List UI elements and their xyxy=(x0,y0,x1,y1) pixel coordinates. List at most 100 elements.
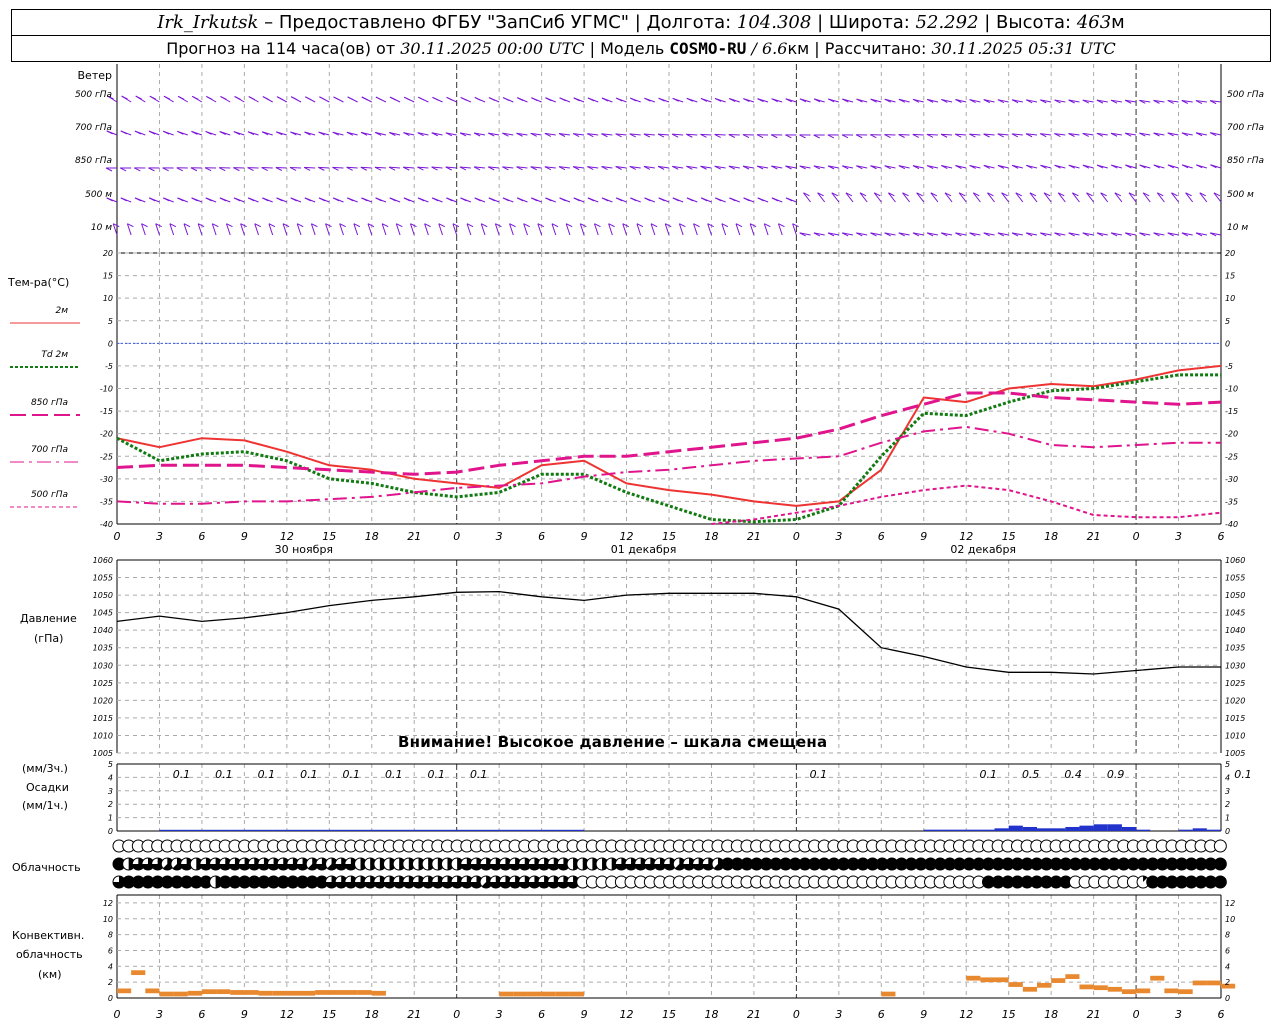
precip-bar xyxy=(428,829,443,831)
precip-bar xyxy=(966,829,981,831)
precip-3h-total: 0.5 xyxy=(1022,768,1040,781)
wind-barb-flag xyxy=(389,96,397,101)
x-tick-label: 3 xyxy=(496,1008,503,1021)
x-tick-label: 21 xyxy=(407,530,421,543)
wind-barb-flag xyxy=(375,96,383,101)
y-tick-left: 1020 xyxy=(93,696,113,705)
conv-bar xyxy=(230,990,245,995)
y-tick-left: 1015 xyxy=(93,714,113,723)
wind-barb-flag xyxy=(432,96,439,101)
conv-bar xyxy=(1093,985,1108,991)
x-tick-label: 3 xyxy=(156,530,163,543)
x-tick-label: 21 xyxy=(1087,1008,1101,1021)
y-tick-left: 0 xyxy=(108,339,113,348)
pressure-title: Давление xyxy=(20,612,77,625)
conv-bar xyxy=(1022,986,1037,992)
x-tick-label: 6 xyxy=(878,1008,885,1021)
precip-bar xyxy=(1037,828,1052,831)
y-tick-right: -35 xyxy=(1225,497,1238,506)
x-tick-label: 3 xyxy=(496,530,503,543)
y-tick-right: 1045 xyxy=(1225,609,1245,618)
y-tick-right: 1 xyxy=(1225,814,1230,823)
x-tick-label: 18 xyxy=(365,530,379,543)
y-tick-right: 1060 xyxy=(1225,556,1245,565)
temp-legend-label: 2м xyxy=(55,306,68,316)
y-tick-right: 4 xyxy=(1225,773,1230,782)
wind-barb-flag xyxy=(305,96,312,101)
wind-barb-flag xyxy=(290,96,298,101)
wind-barb-flag xyxy=(488,97,496,101)
precip-bar xyxy=(315,829,330,831)
wind-barb-flag xyxy=(474,97,482,101)
temp-legend-label: 500 гПа xyxy=(31,490,68,500)
conv-bar xyxy=(555,991,570,997)
y-tick-right: 5 xyxy=(1225,760,1230,769)
x-tick-label: 21 xyxy=(1087,530,1101,543)
x-tick-label: 3 xyxy=(156,1008,163,1021)
conv-bar xyxy=(187,990,202,996)
precip-bar xyxy=(1079,825,1094,831)
conv-bar xyxy=(1178,989,1193,995)
y-tick-left: 3 xyxy=(108,787,113,796)
x-tick-label: 15 xyxy=(662,530,676,543)
y-tick-right: 1010 xyxy=(1225,731,1245,740)
x-tick-label: 6 xyxy=(538,1008,545,1021)
conv-bar xyxy=(117,988,132,994)
precip-3h-total: 0.4 xyxy=(1064,768,1082,781)
x-tick-label: 3 xyxy=(835,1008,842,1021)
precip-bar xyxy=(1192,828,1207,831)
precip-bar xyxy=(485,829,500,831)
y-tick-right: 1025 xyxy=(1225,679,1245,688)
wind-barb-flag xyxy=(220,95,227,100)
y-tick-left: -10 xyxy=(100,385,113,394)
date-label: 02 декабря xyxy=(950,543,1016,556)
conv-bar xyxy=(1008,982,1023,987)
x-tick-label: 15 xyxy=(1002,530,1016,543)
precip-bar xyxy=(301,829,316,831)
y-tick-left: -5 xyxy=(105,362,113,371)
precip-bar xyxy=(286,829,301,831)
precip-3h-total: 0.1 xyxy=(470,768,488,781)
y-tick-left: 4 xyxy=(108,773,113,782)
y-tick-left: 2 xyxy=(108,978,113,987)
wind-level-label: 700 гПа xyxy=(75,123,112,133)
x-tick-label: 0 xyxy=(114,530,121,543)
conv-bar xyxy=(1206,980,1221,986)
conv-bar xyxy=(216,989,231,995)
y-tick-right: -40 xyxy=(1225,520,1238,529)
x-tick-label: 21 xyxy=(407,1008,421,1021)
y-tick-left: 12 xyxy=(103,899,113,908)
y-tick-right: 1035 xyxy=(1225,644,1245,653)
x-tick-label: 21 xyxy=(747,530,761,543)
precip-bar xyxy=(541,829,556,831)
wind-barb-flag xyxy=(163,95,171,100)
x-tick-label: 9 xyxy=(241,1008,248,1021)
conv-title-2: облачность xyxy=(16,948,83,961)
y-tick-right: -15 xyxy=(1225,407,1238,416)
conv-bar xyxy=(1065,974,1080,979)
precip-bar xyxy=(937,829,953,831)
y-tick-right: 0 xyxy=(1225,827,1230,836)
y-tick-left: -40 xyxy=(100,520,113,529)
cloud-symbol xyxy=(1213,839,1227,853)
wind-barb-flag xyxy=(234,96,241,100)
conv-bar xyxy=(357,990,372,995)
x-tick-label: 21 xyxy=(747,1008,761,1021)
precip-bar xyxy=(1093,824,1108,831)
precip-3h-total: 0.1 xyxy=(258,768,276,781)
x-tick-label: 3 xyxy=(835,530,842,543)
x-tick-label: 0 xyxy=(453,530,460,543)
wind-barb-flag xyxy=(177,95,185,100)
precip-bar xyxy=(1051,828,1066,831)
x-tick-label: 6 xyxy=(1218,1008,1225,1021)
conv-bar xyxy=(966,975,981,981)
x-tick-label: 15 xyxy=(662,1008,676,1021)
y-tick-left: 1005 xyxy=(93,749,113,758)
x-tick-label: 6 xyxy=(198,1008,205,1021)
wind-level-label: 850 гПа xyxy=(75,156,112,166)
y-tick-left: 1 xyxy=(108,814,113,823)
x-tick-label: 9 xyxy=(581,530,588,543)
y-tick-left: 1050 xyxy=(93,591,113,600)
x-tick-label: 3 xyxy=(1175,1008,1182,1021)
y-tick-right: 1020 xyxy=(1225,696,1245,705)
